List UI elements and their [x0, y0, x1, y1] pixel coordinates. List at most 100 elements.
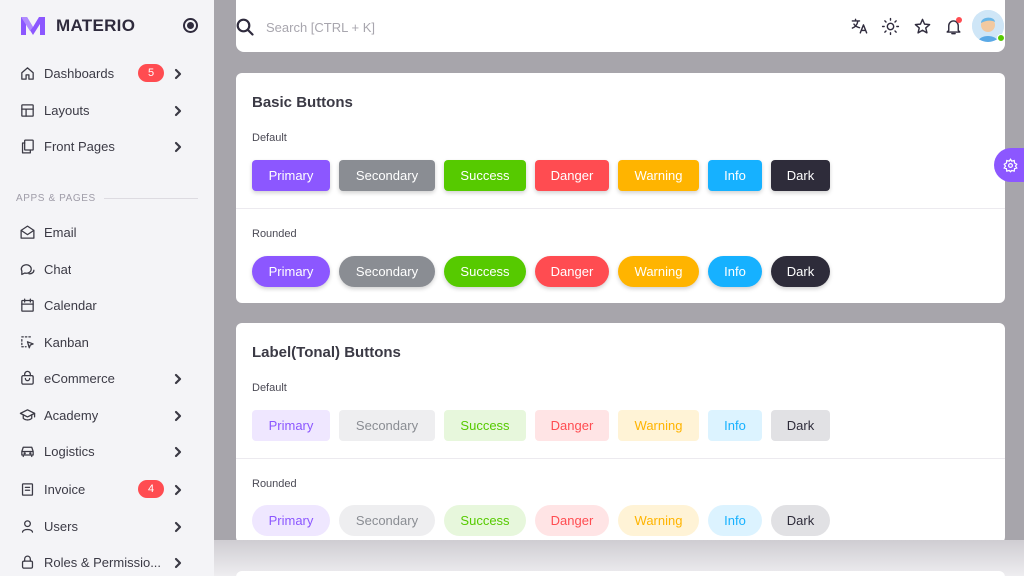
sidebar-item-invoice[interactable]: Invoice 4 [18, 476, 194, 502]
theme-customizer-button[interactable] [994, 148, 1024, 182]
secondary-button[interactable]: Secondary [339, 160, 435, 191]
sidebar-item-label: Calendar [44, 297, 97, 313]
sidebar-item-kanban[interactable]: Kanban [18, 329, 194, 355]
success-tonal-rounded-button[interactable]: Success [444, 505, 526, 536]
sidebar-item-academy[interactable]: Academy [18, 402, 194, 428]
basic-default-button-row: Primary Secondary Success Danger Warning… [252, 160, 830, 191]
star-icon[interactable] [912, 16, 932, 36]
dark-tonal-rounded-button[interactable]: Dark [771, 505, 830, 536]
sidebar-item-logistics[interactable]: Logistics [18, 438, 194, 464]
default-label: Default [252, 132, 287, 144]
chevron-right-icon [172, 520, 184, 533]
basic-buttons-card: Basic Buttons Default Primary Secondary … [236, 73, 1005, 303]
chevron-right-icon [172, 104, 184, 117]
graduation-cap-icon [18, 406, 36, 424]
sidebar-item-chat[interactable]: Chat [18, 256, 194, 282]
brand-name: MATERIO [56, 16, 136, 35]
notification-badge: 4 [138, 480, 164, 498]
danger-tonal-rounded-button[interactable]: Danger [535, 505, 609, 536]
sidebar-item-label: Chat [44, 261, 72, 277]
sun-icon[interactable] [880, 16, 900, 36]
sidebar-item-label: Academy [44, 407, 99, 423]
primary-rounded-button[interactable]: Primary [252, 256, 330, 287]
layout-icon [18, 101, 36, 119]
basic-rounded-button-row: Primary Secondary Success Danger Warning… [252, 256, 830, 287]
success-button[interactable]: Success [444, 160, 526, 191]
bell-icon[interactable] [943, 16, 963, 36]
sidebar-item-layouts[interactable]: Layouts [18, 97, 194, 123]
info-tonal-rounded-button[interactable]: Info [708, 505, 762, 536]
card-title: Label(Tonal) Buttons [252, 344, 401, 361]
sidebar-item-email[interactable]: Email [18, 219, 194, 245]
pages-icon [18, 137, 36, 155]
chevron-right-icon [172, 67, 184, 80]
success-tonal-button[interactable]: Success [444, 410, 526, 441]
avatar[interactable] [972, 10, 1005, 42]
lock-icon [18, 553, 36, 571]
gear-icon [1002, 157, 1018, 173]
mail-icon [18, 223, 36, 241]
cart-icon [18, 369, 36, 387]
danger-button[interactable]: Danger [535, 160, 609, 191]
chevron-right-icon [172, 445, 184, 458]
chevron-right-icon [172, 556, 184, 569]
info-tonal-button[interactable]: Info [708, 410, 762, 441]
chevron-right-icon [172, 372, 184, 385]
sidebar-item-front-pages[interactable]: Front Pages [18, 133, 194, 159]
secondary-tonal-button[interactable]: Secondary [339, 410, 435, 441]
car-icon [18, 442, 36, 460]
sidebar-item-label: Email [44, 224, 77, 240]
sidebar-item-users[interactable]: Users [18, 513, 194, 539]
sidebar-item-calendar[interactable]: Calendar [18, 292, 194, 318]
tonal-buttons-card: Label(Tonal) Buttons Default Primary Sec… [236, 323, 1005, 543]
secondary-tonal-rounded-button[interactable]: Secondary [339, 505, 435, 536]
top-navbar [236, 0, 1005, 52]
sidebar-item-label: Users [44, 518, 78, 534]
tonal-default-button-row: Primary Secondary Success Danger Warning… [252, 410, 830, 441]
notification-dot [956, 17, 962, 23]
online-status-dot [997, 34, 1005, 42]
success-rounded-button[interactable]: Success [444, 256, 526, 287]
sidebar-item-label: Logistics [44, 443, 95, 459]
danger-tonal-button[interactable]: Danger [535, 410, 609, 441]
info-button[interactable]: Info [708, 160, 762, 191]
sidebar-item-ecommerce[interactable]: eCommerce [18, 365, 194, 391]
next-card-edge [236, 571, 1005, 576]
user-icon [18, 517, 36, 535]
sidebar-item-label: Dashboards [44, 65, 115, 81]
warning-tonal-rounded-button[interactable]: Warning [618, 505, 699, 536]
primary-button[interactable]: Primary [252, 160, 330, 191]
card-title: Basic Buttons [252, 94, 353, 111]
chevron-right-icon [172, 409, 184, 422]
warning-tonal-button[interactable]: Warning [618, 410, 699, 441]
sidebar-item-label: Roles & Permissio... [44, 554, 162, 570]
sidebar: MATERIO Dashboards 5 Layouts Front Pages… [0, 0, 214, 576]
chat-icon [18, 260, 36, 278]
section-divider [103, 198, 198, 199]
calendar-icon [18, 296, 36, 314]
home-icon [18, 64, 36, 82]
info-rounded-button[interactable]: Info [708, 256, 762, 287]
sidebar-item-roles-permissions[interactable]: Roles & Permissio... [18, 549, 194, 575]
default-label: Default [252, 382, 287, 394]
warning-button[interactable]: Warning [618, 160, 699, 191]
chevron-right-icon [172, 483, 184, 496]
dark-button[interactable]: Dark [771, 160, 830, 191]
search-icon[interactable] [236, 18, 254, 36]
section-divider [236, 458, 1005, 459]
danger-rounded-button[interactable]: Danger [535, 256, 609, 287]
search-input[interactable] [266, 16, 566, 38]
sidebar-section-header: APPS & PAGES [16, 193, 198, 204]
dark-tonal-button[interactable]: Dark [771, 410, 830, 441]
brand[interactable]: MATERIO [20, 14, 204, 38]
secondary-rounded-button[interactable]: Secondary [339, 256, 435, 287]
primary-tonal-rounded-button[interactable]: Primary [252, 505, 330, 536]
sidebar-item-label: Front Pages [44, 138, 115, 154]
warning-rounded-button[interactable]: Warning [618, 256, 699, 287]
invoice-icon [18, 480, 36, 498]
dark-rounded-button[interactable]: Dark [771, 256, 830, 287]
sidebar-collapse-icon[interactable] [183, 18, 198, 33]
translate-icon[interactable] [849, 16, 869, 36]
sidebar-item-dashboards[interactable]: Dashboards 5 [18, 60, 194, 86]
primary-tonal-button[interactable]: Primary [252, 410, 330, 441]
